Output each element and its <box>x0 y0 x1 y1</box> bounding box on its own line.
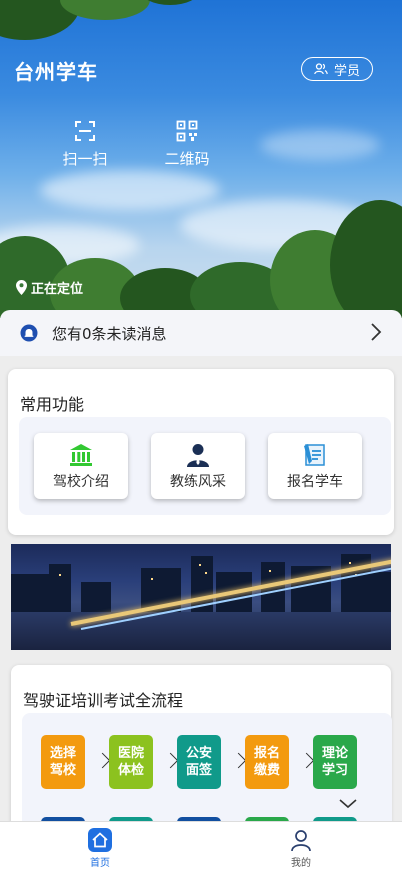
location-pin-icon <box>16 280 27 295</box>
hero-header: 台州学车 学员 扫一扫 二维码 正在定位 <box>0 0 402 318</box>
window-light <box>205 572 207 574</box>
scan-label: 扫一扫 <box>62 150 108 168</box>
signup-form-icon <box>304 444 325 466</box>
qr-code-action[interactable]: 二维码 <box>152 120 222 169</box>
coach-person-icon <box>187 444 209 467</box>
river-water <box>11 612 391 650</box>
common-functions-title: 常用功能 <box>20 395 85 414</box>
chevron-right-icon <box>371 323 382 341</box>
school-building-icon <box>70 444 92 466</box>
process-card: 驾驶证培训考试全流程 选择 驾校 医院 体检 公安 面签 报名 缴费 理论 学习 <box>11 665 392 845</box>
scan-action[interactable]: 扫一扫 <box>50 120 120 169</box>
tab-mine[interactable]: 我的 <box>271 826 331 869</box>
arrow-right-icon <box>230 752 247 769</box>
cloud <box>40 170 220 210</box>
city-night-banner[interactable] <box>11 544 391 650</box>
building <box>49 564 71 612</box>
arrow-right-icon <box>298 752 315 769</box>
user-icon <box>291 830 311 852</box>
role-switch-button[interactable]: 学员 <box>301 57 373 81</box>
location-text: 正在定位 <box>31 282 84 297</box>
bell-icon <box>20 324 38 342</box>
step-registration-payment[interactable]: 报名 缴费 <box>245 735 289 789</box>
scan-icon <box>75 121 95 141</box>
window-light <box>349 562 351 564</box>
tab-home[interactable]: 首页 <box>70 826 130 869</box>
qr-code-icon <box>176 120 198 142</box>
tab-mine-label: 我的 <box>291 858 311 869</box>
window-light <box>269 570 271 572</box>
coach-showcase-label: 教练风采 <box>170 474 226 490</box>
school-intro-label: 驾校介绍 <box>53 474 109 490</box>
unread-message-bar[interactable]: 您有0条未读消息 <box>0 310 402 356</box>
chevron-down-icon <box>339 799 357 809</box>
window-light <box>59 574 61 576</box>
building <box>366 572 391 612</box>
bottom-tab-bar: 首页 我的 <box>0 821 402 870</box>
qr-code-label: 二维码 <box>164 150 210 168</box>
unread-message-text: 您有0条未读消息 <box>52 324 167 343</box>
app-title: 台州学车 <box>14 60 98 84</box>
building <box>81 582 111 612</box>
arrow-right-icon <box>94 752 111 769</box>
common-functions-card: 常用功能 驾校介绍 教练风采 报名学车 <box>8 369 394 535</box>
process-flow-panel: 选择 驾校 医院 体检 公安 面签 报名 缴费 理论 学习 <box>22 713 392 833</box>
step-medical-exam[interactable]: 医院 体检 <box>109 735 153 789</box>
tab-home-label: 首页 <box>90 858 110 869</box>
coach-showcase-button[interactable]: 教练风采 <box>151 433 245 499</box>
arrow-right-icon <box>162 752 179 769</box>
window-light <box>151 578 153 580</box>
users-icon <box>314 63 328 75</box>
window-light <box>199 564 201 566</box>
cloud <box>260 130 380 160</box>
step-police-interview[interactable]: 公安 面签 <box>177 735 221 789</box>
common-functions-panel: 驾校介绍 教练风采 报名学车 <box>19 417 391 515</box>
step-theory-study[interactable]: 理论 学习 <box>313 735 357 789</box>
step-choose-school[interactable]: 选择 驾校 <box>41 735 85 789</box>
school-intro-button[interactable]: 驾校介绍 <box>34 433 128 499</box>
role-switch-label: 学员 <box>333 63 360 79</box>
home-icon <box>88 828 112 852</box>
signup-label: 报名学车 <box>287 474 343 490</box>
process-title: 驾驶证培训考试全流程 <box>23 691 184 710</box>
signup-button[interactable]: 报名学车 <box>268 433 362 499</box>
location-indicator[interactable]: 正在定位 <box>16 278 83 297</box>
building <box>11 574 51 612</box>
